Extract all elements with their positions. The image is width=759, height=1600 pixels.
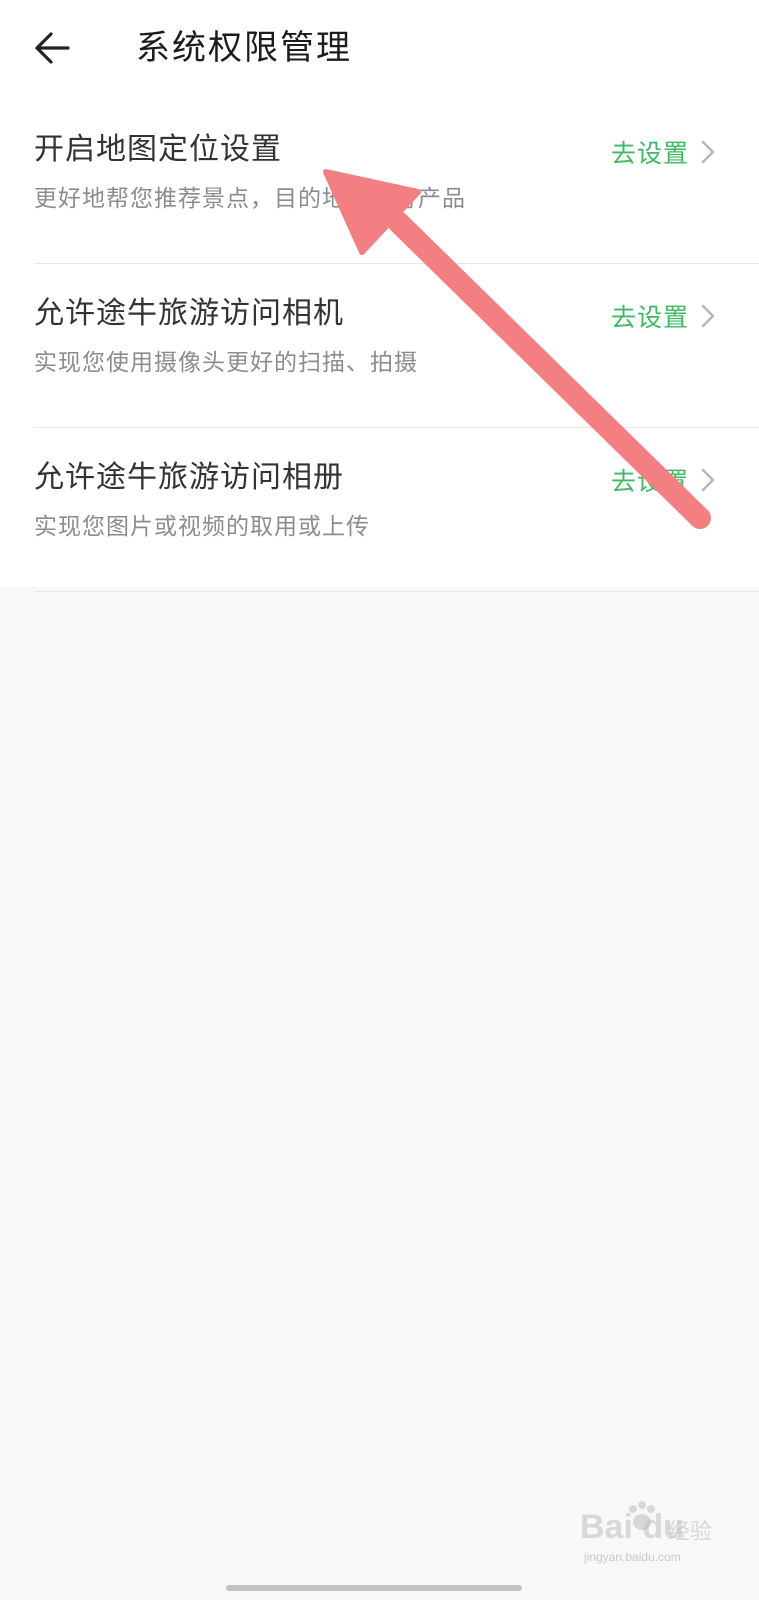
watermark-url: jingyan.baidu.com — [584, 1550, 681, 1564]
watermark-brand: 经验 — [668, 1520, 713, 1545]
go-settings-button[interactable]: 去设置 — [611, 132, 715, 172]
go-settings-label: 去设置 — [610, 467, 689, 496]
permission-list: 开启地图定位设置 更好地帮您推荐景点，目的地等旅行产品 去设置 允许途牛旅游访问… — [0, 100, 759, 592]
permission-description: 更好地帮您推荐景点，目的地等旅行产品 — [34, 186, 466, 212]
permission-title: 开启地图定位设置 — [34, 132, 282, 167]
header-bar: 系统权限管理 — [0, 0, 759, 100]
baidu-jingyan-watermark: Bai du 经验 jingyan.baidu.com — [580, 1500, 730, 1570]
divider — [34, 591, 759, 592]
go-settings-label: 去设置 — [610, 303, 689, 332]
go-settings-button[interactable]: 去设置 — [611, 296, 715, 336]
screen: 系统权限管理 开启地图定位设置 更好地帮您推荐景点，目的地等旅行产品 去设置 允… — [0, 0, 759, 1600]
paw-icon — [629, 1501, 655, 1530]
chevron-right-icon — [701, 140, 715, 164]
go-settings-label: 去设置 — [610, 139, 689, 168]
permission-item-camera[interactable]: 允许途牛旅游访问相机 实现您使用摄像头更好的扫描、拍摄 去设置 — [0, 264, 759, 428]
chevron-right-icon — [701, 468, 715, 492]
permission-title: 允许途牛旅游访问相册 — [34, 460, 344, 495]
back-button[interactable] — [22, 22, 82, 74]
page-title: 系统权限管理 — [136, 28, 352, 68]
permission-item-album[interactable]: 允许途牛旅游访问相册 实现您图片或视频的取用或上传 去设置 — [0, 428, 759, 592]
permission-title: 允许途牛旅游访问相机 — [34, 296, 344, 331]
home-indicator[interactable] — [226, 1585, 522, 1591]
permission-item-location[interactable]: 开启地图定位设置 更好地帮您推荐景点，目的地等旅行产品 去设置 — [0, 100, 759, 264]
permission-description: 实现您图片或视频的取用或上传 — [34, 514, 370, 540]
go-settings-button[interactable]: 去设置 — [611, 460, 715, 500]
chevron-right-icon — [701, 304, 715, 328]
permission-description: 实现您使用摄像头更好的扫描、拍摄 — [34, 350, 418, 376]
arrow-left-icon — [35, 32, 70, 64]
